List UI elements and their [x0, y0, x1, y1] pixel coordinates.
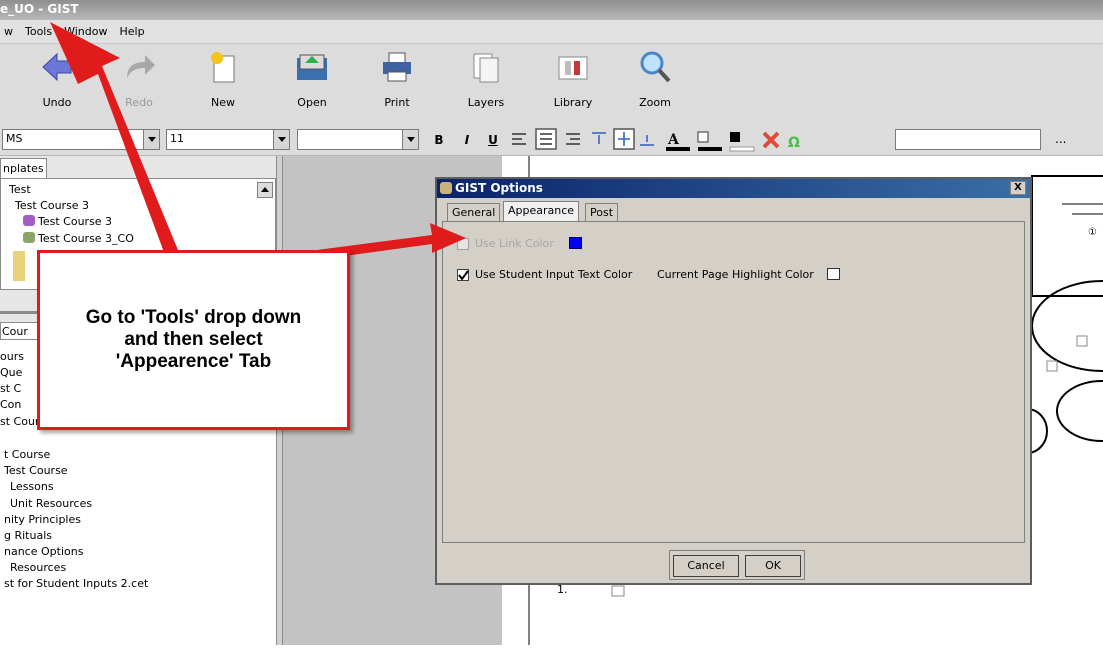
- main-toolbar: Undo Redo New Open Print Layers Library …: [0, 44, 1103, 118]
- new-document-icon: [205, 50, 241, 84]
- redo-button[interactable]: Redo: [104, 50, 174, 109]
- checkmark-icon: [458, 270, 469, 281]
- tree-item[interactable]: Unit Resources: [10, 497, 92, 510]
- tree-item[interactable]: t Course: [4, 448, 50, 461]
- magnifier-icon: [637, 50, 673, 84]
- page-highlight-color-swatch[interactable]: [827, 268, 840, 280]
- font-family-value: MS: [6, 132, 23, 145]
- format-icons-row[interactable]: A Ω: [508, 128, 888, 154]
- tree-item[interactable]: st for Student Inputs 2.cet: [4, 577, 148, 590]
- tree-item[interactable]: Test Course 3: [23, 215, 112, 228]
- redo-label: Redo: [125, 96, 153, 109]
- tree-item-label: Test Course 3_CO: [38, 232, 134, 245]
- menu-view[interactable]: w: [4, 25, 13, 38]
- style-select[interactable]: [297, 129, 419, 150]
- tree-item[interactable]: Test Course: [4, 464, 68, 477]
- font-size-value: 11: [170, 132, 184, 145]
- folder-icon: [13, 251, 25, 281]
- zoom-label: Zoom: [639, 96, 671, 109]
- tab-course[interactable]: Cour: [0, 322, 40, 340]
- link-color-swatch[interactable]: [569, 237, 582, 249]
- tree-item[interactable]: g Rituals: [4, 529, 52, 542]
- menu-help[interactable]: Help: [119, 25, 144, 38]
- library-book-icon: [555, 50, 591, 84]
- divider: [0, 311, 40, 314]
- use-link-color-label: Use Link Color: [475, 237, 554, 250]
- tree-item[interactable]: st C: [0, 382, 21, 395]
- tree-item[interactable]: Resources: [10, 561, 66, 574]
- app-icon: [440, 182, 452, 194]
- bold-button[interactable]: B: [429, 130, 449, 150]
- undo-label: Undo: [42, 96, 72, 109]
- underline-button[interactable]: U: [483, 130, 503, 150]
- close-icon[interactable]: X: [1010, 181, 1026, 195]
- svg-text:Ω: Ω: [788, 135, 800, 151]
- layers-label: Layers: [467, 96, 505, 109]
- italic-button[interactable]: I: [457, 130, 477, 150]
- tree-item[interactable]: ours: [0, 350, 24, 363]
- tree-item[interactable]: nity Principles: [4, 513, 81, 526]
- use-link-color-checkbox[interactable]: [457, 238, 469, 250]
- zoom-button[interactable]: Zoom: [620, 50, 690, 109]
- tab-appearance[interactable]: Appearance: [503, 201, 580, 222]
- dialog-title-bar[interactable]: GIST Options X: [437, 179, 1030, 198]
- open-button[interactable]: Open: [277, 50, 347, 109]
- scroll-up-button[interactable]: [257, 182, 273, 198]
- instruction-callout: Go to 'Tools' drop down and then select …: [37, 250, 350, 430]
- undo-button[interactable]: Undo: [22, 50, 92, 109]
- chevron-down-icon[interactable]: [402, 130, 418, 149]
- layers-button[interactable]: Layers: [451, 50, 521, 109]
- chevron-down-icon[interactable]: [273, 130, 289, 149]
- layers-icon: [468, 50, 504, 84]
- format-text-input[interactable]: [895, 129, 1041, 150]
- open-folder-icon: [294, 50, 330, 84]
- font-family-select[interactable]: MS: [2, 129, 160, 150]
- course-icon: [23, 215, 35, 226]
- appearance-panel: Use Link Color Use Student Input Text Co…: [442, 221, 1025, 543]
- ok-button[interactable]: OK: [745, 555, 801, 577]
- redo-arrow-icon: [121, 50, 157, 84]
- gist-options-dialog: GIST Options X General Appearance Post U…: [435, 177, 1032, 585]
- svg-text:A: A: [667, 132, 680, 148]
- tree-item[interactable]: Con: [0, 398, 21, 411]
- print-button[interactable]: Print: [362, 50, 432, 109]
- tree-item[interactable]: Test Course 3_CO: [23, 232, 134, 245]
- new-button[interactable]: New: [188, 50, 258, 109]
- tab-general[interactable]: General: [447, 203, 501, 221]
- window-title-bar: e_UO - GIST: [0, 0, 1103, 20]
- course-icon: [23, 232, 35, 243]
- printer-icon: [379, 50, 415, 84]
- page-highlight-color-label: Current Page Highlight Color: [657, 268, 814, 281]
- use-student-input-color-checkbox[interactable]: [457, 269, 469, 281]
- chevron-down-icon[interactable]: [143, 130, 159, 149]
- dialog-title: GIST Options: [455, 181, 543, 195]
- open-label: Open: [297, 96, 327, 109]
- library-label: Library: [553, 96, 593, 109]
- tree-item[interactable]: Lessons: [10, 480, 54, 493]
- tab-post[interactable]: Post: [585, 203, 619, 221]
- window-title: e_UO - GIST: [0, 2, 79, 16]
- tree-item[interactable]: Que: [0, 366, 22, 379]
- use-student-input-color-label: Use Student Input Text Color: [475, 268, 633, 281]
- cancel-button[interactable]: Cancel: [673, 555, 739, 577]
- library-button[interactable]: Library: [538, 50, 608, 109]
- new-label: New: [211, 96, 235, 109]
- tree-item[interactable]: Test: [9, 183, 31, 196]
- tree-item[interactable]: nance Options: [4, 545, 83, 558]
- print-label: Print: [384, 96, 410, 109]
- dialog-footer: Cancel OK: [437, 547, 1030, 583]
- tab-templates[interactable]: nplates: [0, 158, 47, 178]
- more-button[interactable]: ...: [1055, 132, 1066, 146]
- undo-arrow-icon: [39, 50, 75, 84]
- format-toolbar: MS 11 B I U A Ω ...: [0, 118, 1103, 156]
- tree-item[interactable]: Test Course 3: [15, 199, 89, 212]
- menu-window[interactable]: Window: [64, 25, 107, 38]
- svg-text:①: ①: [1088, 227, 1097, 238]
- tree-item-label: Test Course 3: [38, 215, 113, 228]
- font-size-select[interactable]: 11: [166, 129, 290, 150]
- menu-bar: w Tools Window Help: [0, 20, 1103, 44]
- menu-tools[interactable]: Tools: [25, 25, 52, 38]
